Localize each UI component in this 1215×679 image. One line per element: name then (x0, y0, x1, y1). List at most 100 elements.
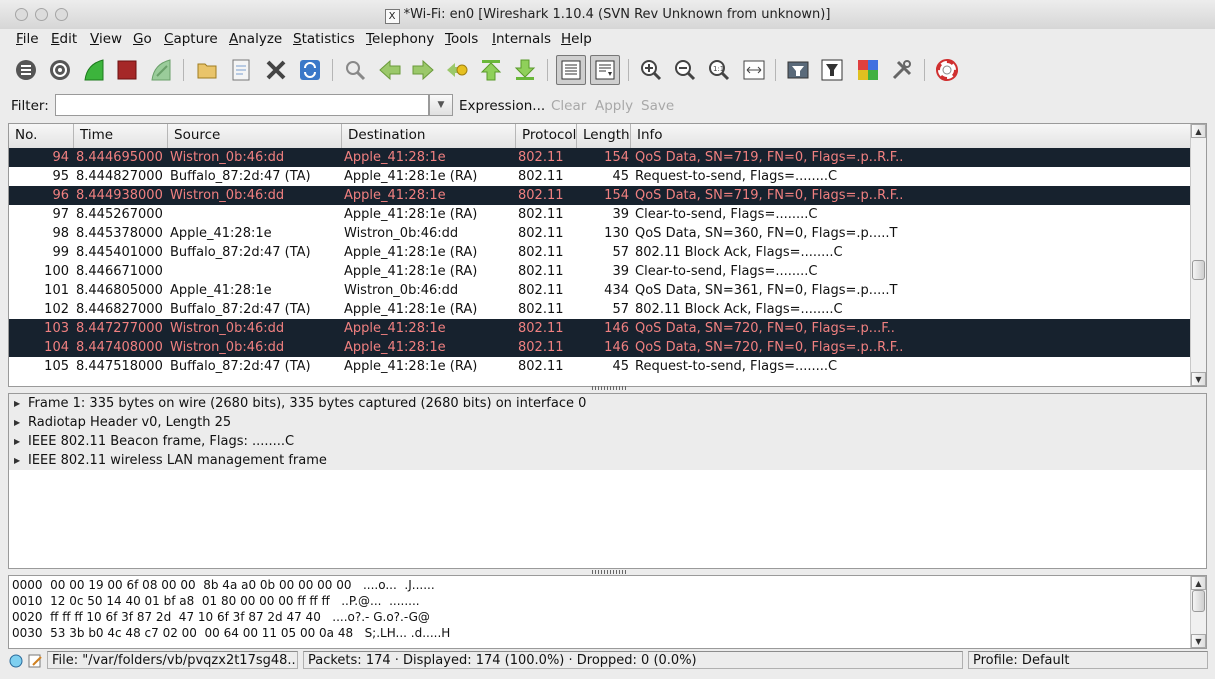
menu-view[interactable]: View (90, 31, 122, 47)
scroll-down-arrow-icon[interactable]: ▼ (1191, 634, 1206, 648)
packet-row[interactable]: 105 8.447518000 Buffalo_87:2d:47 (TA) Apple… (9, 357, 1191, 376)
save-filter-button[interactable]: Save (641, 98, 674, 114)
cell-source: Wistron_0b:46:dd (170, 321, 285, 336)
display-filter-input[interactable] (55, 94, 429, 116)
expert-info-icon[interactable] (8, 653, 24, 673)
column-header-time[interactable]: Time (74, 124, 168, 148)
expand-triangle-icon[interactable]: ▶ (14, 394, 20, 413)
packet-list-scrollbar[interactable]: ▲ ▼ (1190, 124, 1206, 386)
packet-row[interactable]: 99 8.445401000 Buffalo_87:2d:47 (TA) Apple_… (9, 243, 1191, 262)
cell-protocol: 802.11 (518, 264, 564, 279)
hex-row: 0000 00 00 19 00 6f 08 00 00 8b 4a a0 0b… (12, 578, 435, 592)
close-file-icon[interactable] (263, 57, 289, 83)
status-packet-counts: Packets: 174 · Displayed: 174 (100.0%) ·… (303, 651, 963, 669)
colorize-icon[interactable] (556, 55, 586, 85)
cell-protocol: 802.11 (518, 169, 564, 184)
zoom-out-icon[interactable] (672, 57, 698, 83)
menu-statistics[interactable]: Statistics (293, 31, 355, 47)
scroll-down-arrow-icon[interactable]: ▼ (1191, 372, 1206, 386)
detail-row-frame[interactable]: ▶ Frame 1: 335 bytes on wire (2680 bits)… (9, 394, 1206, 413)
packet-list[interactable]: No. Time Source Destination Protocol Len… (8, 123, 1207, 387)
cell-length: 45 (612, 359, 629, 374)
packet-row[interactable]: 94 8.444695000 Wistron_0b:46:dd Apple_41:28… (9, 148, 1191, 167)
column-header-protocol[interactable]: Protocol (516, 124, 577, 148)
bytes-scroll-thumb[interactable] (1192, 590, 1205, 612)
find-packet-icon[interactable] (342, 57, 368, 83)
save-file-icon[interactable] (228, 57, 254, 83)
go-last-packet-icon[interactable] (512, 57, 538, 83)
start-capture-icon[interactable] (81, 57, 107, 83)
interface-list-icon[interactable] (13, 57, 39, 83)
expand-triangle-icon[interactable]: ▶ (14, 413, 20, 432)
pane-splitter-handle[interactable] (592, 386, 626, 390)
detail-row-wlan-mgmt[interactable]: ▶ IEEE 802.11 wireless LAN management fr… (9, 451, 1206, 470)
packet-row[interactable]: 98 8.445378000 Apple_41:28:1e Wistron_0b:46… (9, 224, 1191, 243)
packet-bytes-pane[interactable]: 0000 00 00 19 00 6f 08 00 00 8b 4a a0 0b… (8, 575, 1207, 649)
cell-info: QoS Data, SN=719, FN=0, Flags=.p..R.F.. (635, 150, 904, 165)
packet-row[interactable]: 101 8.446805000 Apple_41:28:1e Wistron_0b:4… (9, 281, 1191, 300)
scroll-up-arrow-icon[interactable]: ▲ (1191, 124, 1206, 138)
packet-row[interactable]: 97 8.445267000 Apple_41:28:1e (RA) 802.11 39… (9, 205, 1191, 224)
go-to-packet-icon[interactable] (444, 57, 470, 83)
x11-icon: X (384, 9, 400, 24)
bytes-pane-scrollbar[interactable]: ▲ ▼ (1190, 576, 1206, 648)
column-header-length[interactable]: Length (577, 124, 631, 148)
expression-button[interactable]: Expression... (459, 98, 545, 114)
menu-internals[interactable]: Internals (492, 31, 551, 47)
packet-row[interactable]: 104 8.447408000 Wistron_0b:46:dd Apple_41:2… (9, 338, 1191, 357)
capture-options-icon[interactable] (47, 57, 73, 83)
menu-capture[interactable]: Capture (164, 31, 218, 47)
cell-protocol: 802.11 (518, 150, 564, 165)
packet-list-scroll-thumb[interactable] (1192, 260, 1205, 280)
packet-row[interactable]: 100 8.446671000 Apple_41:28:1e (RA) 802.11 3… (9, 262, 1191, 281)
go-first-packet-icon[interactable] (478, 57, 504, 83)
status-profile[interactable]: Profile: Default (968, 651, 1208, 669)
capture-filters-icon[interactable] (785, 57, 811, 83)
help-icon[interactable] (934, 57, 960, 83)
restart-capture-icon[interactable] (148, 57, 174, 83)
menu-tools[interactable]: Tools (445, 31, 478, 47)
stop-capture-icon[interactable] (114, 57, 140, 83)
cell-info: 802.11 Block Ack, Flags=........C (635, 302, 843, 317)
column-header-no[interactable]: No. (9, 124, 74, 148)
clear-button[interactable]: Clear (551, 98, 586, 114)
go-forward-icon[interactable] (410, 57, 436, 83)
packet-row[interactable]: 102 8.446827000 Buffalo_87:2d:47 (TA) Apple… (9, 300, 1191, 319)
menu-file[interactable]: File (16, 31, 39, 47)
cell-destination: Apple_41:28:1e (344, 340, 446, 355)
zoom-in-icon[interactable] (638, 57, 664, 83)
open-file-icon[interactable] (195, 57, 221, 83)
pane-splitter-handle[interactable] (592, 570, 626, 574)
auto-scroll-icon[interactable] (590, 55, 620, 85)
normal-size-icon[interactable]: 1:1 (706, 57, 732, 83)
resize-columns-icon[interactable] (741, 57, 767, 83)
expand-triangle-icon[interactable]: ▶ (14, 451, 20, 470)
preferences-icon[interactable] (889, 57, 915, 83)
column-header-info[interactable]: Info (631, 124, 1191, 148)
packet-row[interactable]: 96 8.444938000 Wistron_0b:46:dd Apple_41:28… (9, 186, 1191, 205)
expand-triangle-icon[interactable]: ▶ (14, 432, 20, 451)
apply-button[interactable]: Apply (595, 98, 633, 114)
capture-comment-icon[interactable] (27, 653, 43, 673)
packet-row[interactable]: 103 8.447277000 Wistron_0b:46:dd Apple_41:2… (9, 319, 1191, 338)
menu-go[interactable]: Go (133, 31, 152, 47)
hex-row: 0030 53 3b b0 4c 48 c7 02 00 00 64 00 11… (12, 626, 451, 640)
reload-file-icon[interactable] (297, 57, 323, 83)
packet-row[interactable]: 95 8.444827000 Buffalo_87:2d:47 (TA) Apple_… (9, 167, 1191, 186)
coloring-rules-icon[interactable] (855, 57, 881, 83)
detail-row-beacon[interactable]: ▶ IEEE 802.11 Beacon frame, Flags: .....… (9, 432, 1206, 451)
scroll-up-arrow-icon[interactable]: ▲ (1191, 576, 1206, 590)
column-header-destination[interactable]: Destination (342, 124, 516, 148)
cell-destination: Apple_41:28:1e (RA) (344, 359, 478, 374)
menu-edit[interactable]: Edit (51, 31, 77, 47)
menu-help[interactable]: Help (561, 31, 592, 47)
go-back-icon[interactable] (377, 57, 403, 83)
cell-source: Buffalo_87:2d:47 (TA) (170, 359, 311, 374)
detail-row-radiotap[interactable]: ▶ Radiotap Header v0, Length 25 (9, 413, 1206, 432)
menu-telephony[interactable]: Telephony (366, 31, 434, 47)
filter-dropdown-button[interactable]: ▼ (429, 94, 453, 116)
column-header-source[interactable]: Source (168, 124, 342, 148)
display-filters-icon[interactable] (819, 57, 845, 83)
packet-details-pane[interactable]: ▶ Frame 1: 335 bytes on wire (2680 bits)… (8, 393, 1207, 569)
menu-analyze[interactable]: Analyze (229, 31, 282, 47)
